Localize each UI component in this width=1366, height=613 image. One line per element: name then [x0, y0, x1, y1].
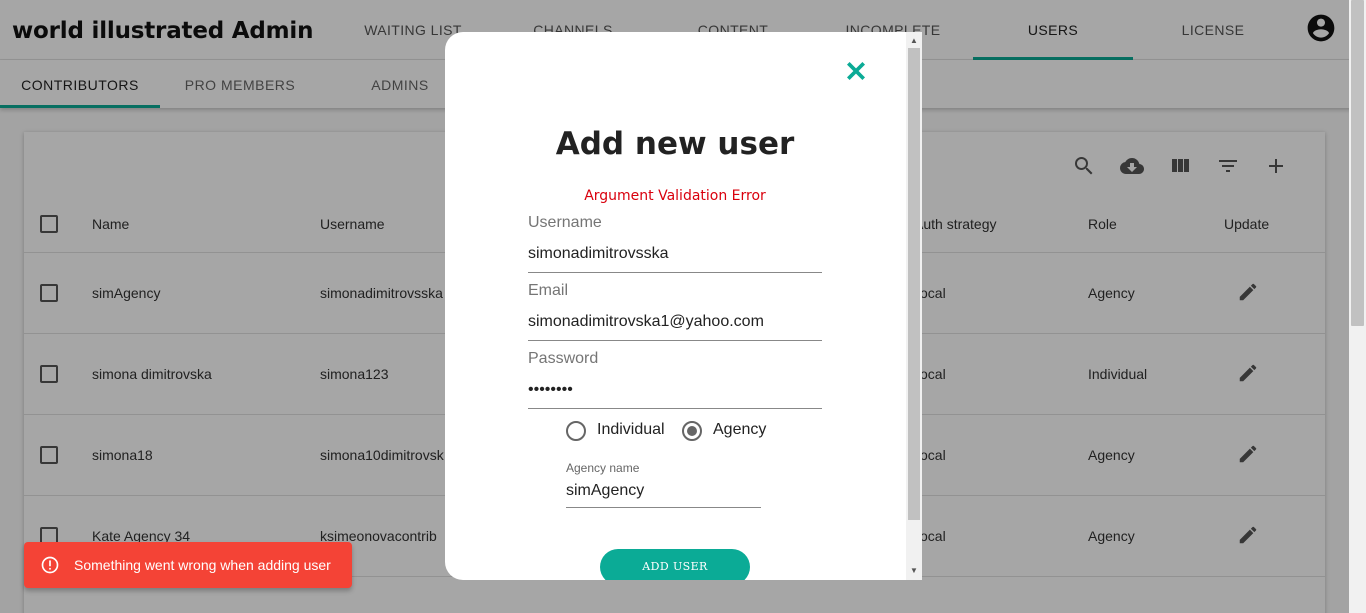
close-icon[interactable] [845, 60, 867, 82]
dialog-scrollbar[interactable]: ▲ ▼ [906, 32, 922, 580]
radio-agency[interactable] [682, 421, 702, 441]
field-underline [528, 340, 822, 341]
radio-individual-label[interactable]: Individual [597, 421, 665, 439]
add-user-dialog: Add new user Argument Validation Error U… [445, 32, 922, 580]
password-field[interactable]: •••••••• [528, 381, 822, 399]
username-label: Username [528, 214, 602, 231]
username-field[interactable] [528, 245, 822, 263]
password-label: Password [528, 350, 599, 367]
field-underline [566, 507, 761, 508]
dialog-scrollbar-thumb[interactable] [908, 48, 920, 520]
scroll-down-arrow-icon[interactable]: ▼ [910, 566, 918, 575]
radio-agency-label[interactable]: Agency [713, 421, 766, 439]
validation-error: Argument Validation Error [584, 188, 766, 204]
field-underline [528, 408, 822, 409]
field-underline [528, 272, 822, 273]
agency-name-field[interactable] [566, 482, 761, 500]
email-label: Email [528, 282, 569, 299]
add-user-button[interactable]: ADD USER [600, 549, 750, 580]
snackbar-message: Something went wrong when adding user [74, 557, 331, 573]
dialog-title: Add new user [555, 126, 795, 162]
page-scrollbar[interactable] [1349, 0, 1366, 613]
radio-individual[interactable] [566, 421, 586, 441]
email-field[interactable] [528, 313, 822, 331]
scroll-up-arrow-icon[interactable]: ▲ [910, 36, 918, 45]
error-snackbar: Something went wrong when adding user [24, 542, 352, 588]
agency-name-label: Agency name [566, 461, 640, 475]
error-outline-icon [41, 556, 59, 574]
page-scrollbar-thumb[interactable] [1351, 0, 1364, 326]
